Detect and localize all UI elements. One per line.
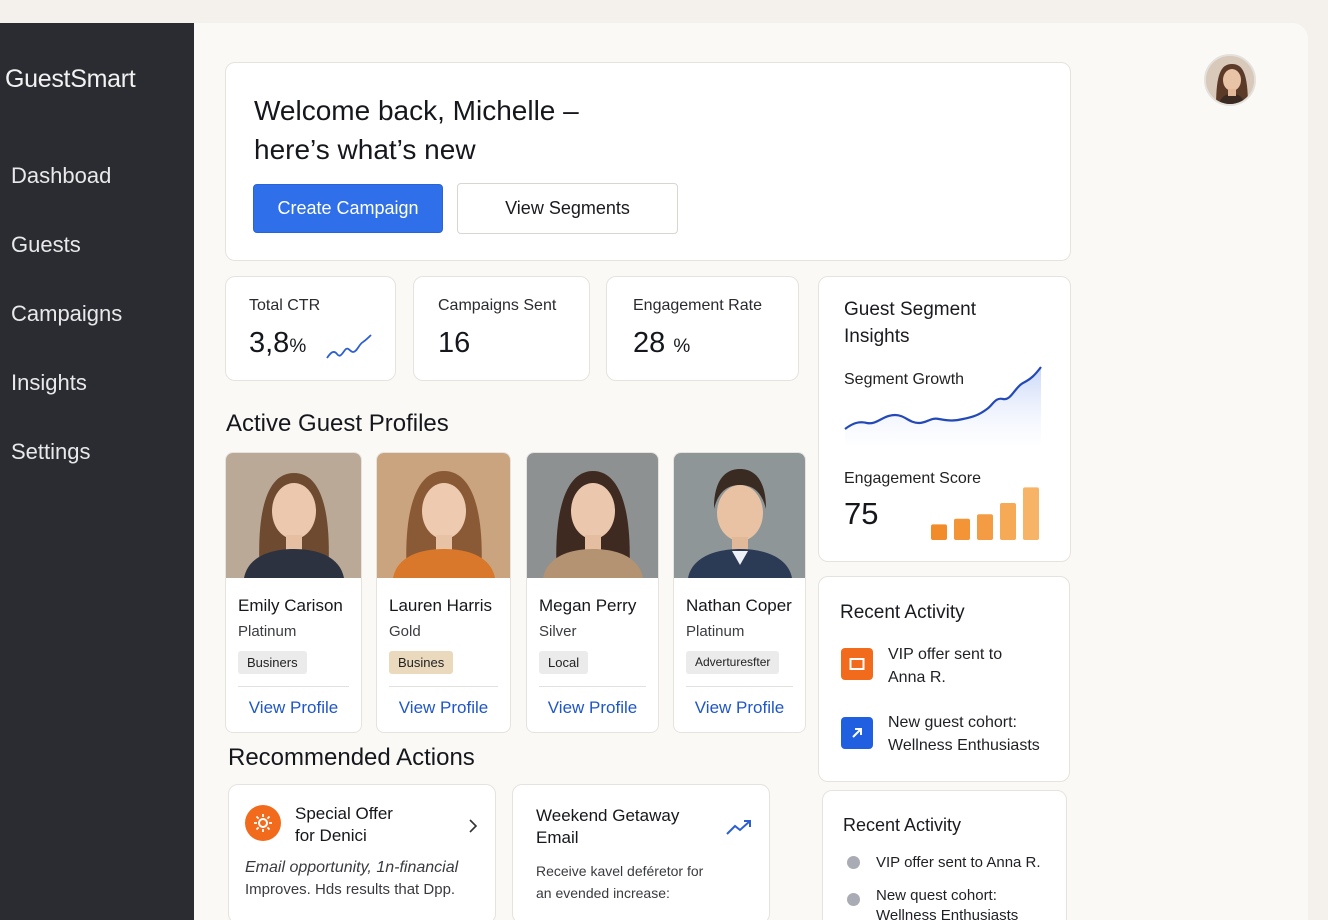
user-avatar-photo [1206, 56, 1254, 104]
guest-photo [226, 453, 361, 578]
guest-tag-badge: Local [539, 651, 589, 674]
sidebar: GuestSmart Dashboad Guests Campaigns Ins… [0, 23, 194, 920]
score-bar [977, 514, 993, 540]
profiles-section-title: Active Guest Profiles [226, 410, 449, 437]
stat-value: 28 % [633, 327, 691, 359]
guest-name: Lauren Harris [389, 596, 492, 615]
guest-profile-card: Nathan Coper Platinum Adverturesfter Vie… [673, 452, 806, 733]
divider [686, 686, 793, 687]
trending-up-icon [726, 820, 751, 835]
sidebar-item-dashboard[interactable]: Dashboad [11, 163, 111, 189]
bullet-dot-icon [847, 893, 860, 906]
score-bar [1023, 487, 1039, 540]
view-profile-link[interactable]: View Profile [377, 698, 510, 718]
divider [539, 686, 646, 687]
guest-tag-badge: Busines [389, 651, 454, 674]
guest-photo [377, 453, 510, 578]
chevron-right-icon[interactable] [467, 818, 479, 834]
guest-tag-badge: Businers [238, 651, 307, 674]
stat-card-total-ctr: Total CTR 3,8% [225, 276, 396, 381]
score-bar [954, 518, 970, 540]
recommended-section-title: Recommended Actions [228, 744, 475, 771]
divider [389, 686, 498, 687]
guest-photo [527, 453, 658, 578]
segment-insights-card: Guest Segment Insights Segment Growth En… [818, 276, 1071, 562]
insights-title: Guest Segment Insights [844, 299, 977, 347]
activity-item-text: VIP offer sent to Anna R. [876, 854, 1041, 871]
recommended-action-card[interactable]: Special Offer for Denici Email opportuni… [228, 784, 496, 920]
sidebar-item-settings[interactable]: Settings [11, 439, 91, 465]
guest-profile-card: Emily Carison Platinum Businers View Pro… [225, 452, 362, 733]
offer-icon [841, 648, 873, 680]
activity-item-text: VIP offer sent to Anna R. [888, 646, 1003, 686]
guest-name: Nathan Coper [686, 596, 792, 615]
view-segments-button[interactable]: View Segments [457, 183, 678, 234]
trend-sparkline-icon [326, 334, 372, 359]
segment-growth-chart [844, 366, 1042, 445]
stat-label: Campaigns Sent [438, 297, 557, 314]
user-avatar[interactable] [1204, 54, 1256, 106]
create-campaign-button[interactable]: Create Campaign [253, 184, 443, 233]
sparkle-badge-icon [245, 805, 281, 841]
stat-label: Total CTR [249, 297, 321, 314]
activity-item-text: New guest cohort: Wellness Enthusiasts [888, 714, 1040, 754]
recent-activity-card: Recent Activity VIP offer sent to Anna R… [818, 576, 1070, 782]
recent-activity-card-secondary: Recent Activity VIP offer sent to Anna R… [822, 790, 1067, 920]
score-bar [931, 524, 947, 540]
stat-value: 3,8% [249, 327, 307, 359]
guest-tier: Gold [389, 623, 421, 640]
stat-value: 16 [438, 327, 471, 359]
stat-card-campaigns-sent: Campaigns Sent 16 [413, 276, 590, 381]
divider [238, 686, 349, 687]
main-content: Welcome back, Michelle – here’s what’s n… [194, 23, 1308, 920]
sidebar-item-campaigns[interactable]: Campaigns [11, 301, 122, 327]
welcome-card: Welcome back, Michelle – here’s what’s n… [225, 62, 1071, 261]
recommended-action-card[interactable]: Weekend Getaway Email Receive kavel defé… [512, 784, 770, 920]
view-profile-link[interactable]: View Profile [674, 698, 805, 718]
guest-tag-badge: Adverturesfter [686, 651, 780, 674]
guest-name: Megan Perry [539, 596, 637, 615]
welcome-title: Welcome back, Michelle – here’s what’s n… [254, 95, 579, 165]
app-logo[interactable]: GuestSmart [5, 65, 136, 94]
recommended-description: Receive kavel deféretor for an evended i… [536, 863, 704, 901]
arrow-up-right-icon [841, 717, 873, 749]
recommended-title: Weekend Getaway Email [536, 806, 680, 847]
recent-activity-title: Recent Activity [843, 815, 962, 835]
recommended-description: Email opportunity, 1n-financial Improves… [245, 859, 459, 898]
guest-tier: Platinum [686, 623, 745, 640]
stat-card-engagement-rate: Engagement Rate 28 % [606, 276, 799, 381]
recommended-title: Special Offer for Denici [295, 804, 393, 845]
view-profile-link[interactable]: View Profile [226, 698, 361, 718]
bullet-dot-icon [847, 856, 860, 869]
guest-tier: Platinum [238, 623, 297, 640]
guest-photo [674, 453, 805, 578]
guest-profile-card: Lauren Harris Gold Busines View Profile [376, 452, 511, 733]
guest-name: Emily Carison [238, 596, 343, 615]
guest-profile-card: Megan Perry Silver Local View Profile [526, 452, 659, 733]
sidebar-item-guests[interactable]: Guests [11, 232, 81, 258]
recent-activity-title: Recent Activity [840, 602, 965, 623]
sidebar-item-insights[interactable]: Insights [11, 370, 87, 396]
activity-item-text: New quest cohort: Wellness Enthusiasts [876, 887, 1019, 920]
engagement-score-bars [931, 487, 1039, 540]
stat-label: Engagement Rate [633, 297, 762, 314]
score-bar [1000, 503, 1016, 540]
view-profile-link[interactable]: View Profile [527, 698, 658, 718]
engagement-score-value: 75 [844, 496, 879, 531]
guest-tier: Silver [539, 623, 577, 640]
